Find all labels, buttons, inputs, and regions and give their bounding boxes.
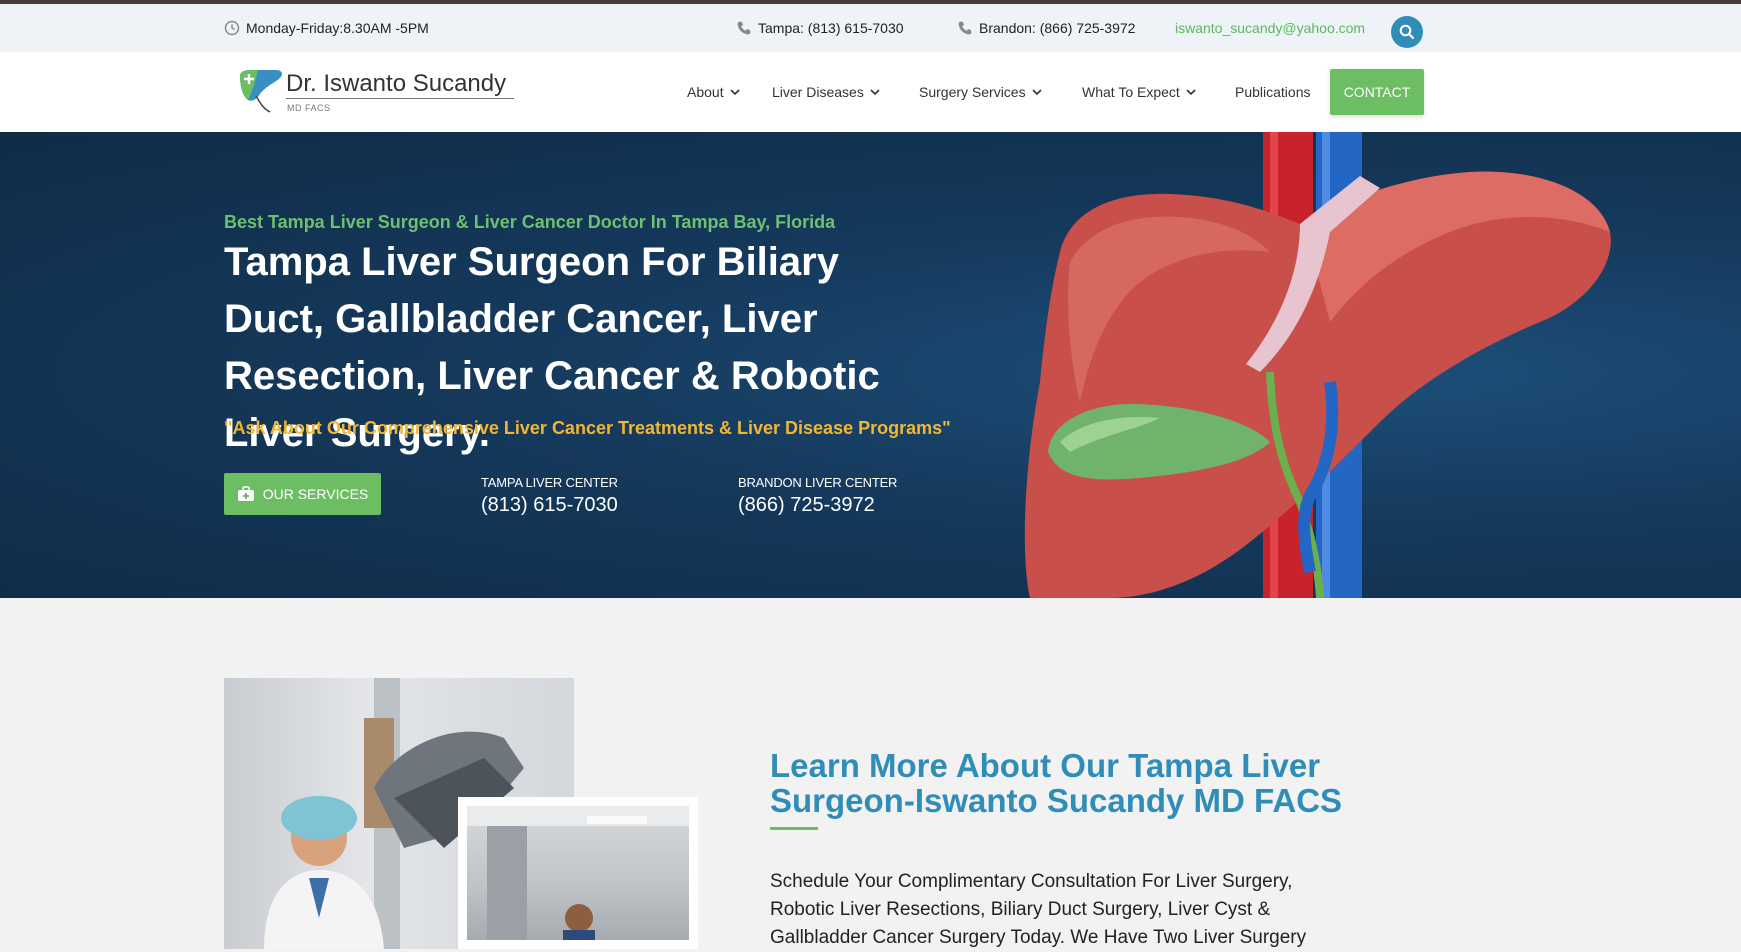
liver-illustration (1024, 132, 1611, 598)
site-logo[interactable]: Dr. Iswanto Sucandy MD FACS (236, 68, 526, 118)
hero-quote: "Ask About Our Comprehensive Liver Cance… (224, 418, 951, 438)
brandon-phone-info[interactable]: Brandon: (866) 725-3972 (957, 4, 1135, 52)
hero-subtitle: Best Tampa Liver Surgeon & Liver Cancer … (224, 212, 836, 232)
tampa-center-label: TAMPA LIVER CENTER (481, 475, 618, 490)
main-navbar: Dr. Iswanto Sucandy MD FACS About Liver … (0, 52, 1741, 132)
chevron-down-icon (1032, 88, 1042, 95)
hours-text: Monday-Friday:8.30AM -5PM (246, 20, 429, 36)
nav-liver-diseases-label: Liver Diseases (772, 84, 864, 100)
medical-bag-icon (237, 486, 254, 501)
search-button[interactable] (1391, 16, 1423, 48)
hours-info: Monday-Friday:8.30AM -5PM (224, 4, 429, 52)
about-body-text: Schedule Your Complimentary Consultation… (770, 871, 1307, 948)
top-info-bar: Monday-Friday:8.30AM -5PM Tampa: (813) 6… (0, 4, 1741, 52)
nav-publications[interactable]: Publications (1235, 52, 1311, 132)
phone-icon (737, 21, 751, 35)
logo-divider (286, 98, 514, 99)
hero-section: Best Tampa Liver Surgeon & Liver Cancer … (0, 132, 1741, 598)
search-icon (1399, 24, 1415, 40)
surgeon-photo-collage (224, 678, 702, 949)
about-title: Learn More About Our Tampa Liver Surgeon… (770, 747, 1343, 819)
logo-credentials: MD FACS (287, 103, 331, 113)
brandon-phone-text[interactable]: Brandon: (866) 725-3972 (979, 20, 1135, 36)
clock-icon (224, 20, 240, 36)
contact-button[interactable]: CONTACT (1330, 69, 1424, 115)
about-title-underline (770, 827, 818, 830)
surgeon-office-photo (458, 797, 698, 949)
nav-about-label: About (687, 84, 724, 100)
phone-icon (958, 21, 972, 35)
nav-liver-diseases[interactable]: Liver Diseases (772, 52, 880, 132)
brandon-center-label: BRANDON LIVER CENTER (738, 475, 898, 490)
brandon-center-phone[interactable]: (866) 725-3972 (738, 494, 875, 517)
nav-surgery-services-label: Surgery Services (919, 84, 1026, 100)
tampa-phone-info[interactable]: Tampa: (813) 615-7030 (736, 4, 904, 52)
chevron-down-icon (870, 88, 880, 95)
tampa-center-phone[interactable]: (813) 615-7030 (481, 494, 618, 517)
email-link[interactable]: iswanto_sucandy@yahoo.com (1175, 4, 1365, 52)
chevron-down-icon (1186, 88, 1196, 95)
nav-what-to-expect[interactable]: What To Expect (1082, 52, 1196, 132)
tampa-phone-text[interactable]: Tampa: (813) 615-7030 (758, 20, 904, 36)
our-services-label: OUR SERVICES (262, 486, 369, 502)
nav-surgery-services[interactable]: Surgery Services (919, 52, 1042, 132)
liver-logo-icon (240, 70, 283, 113)
logo-name: Dr. Iswanto Sucandy (286, 70, 507, 97)
nav-about[interactable]: About (687, 52, 740, 132)
our-services-button[interactable]: OUR SERVICES (224, 473, 381, 515)
nav-what-to-expect-label: What To Expect (1082, 84, 1180, 100)
chevron-down-icon (730, 88, 740, 95)
